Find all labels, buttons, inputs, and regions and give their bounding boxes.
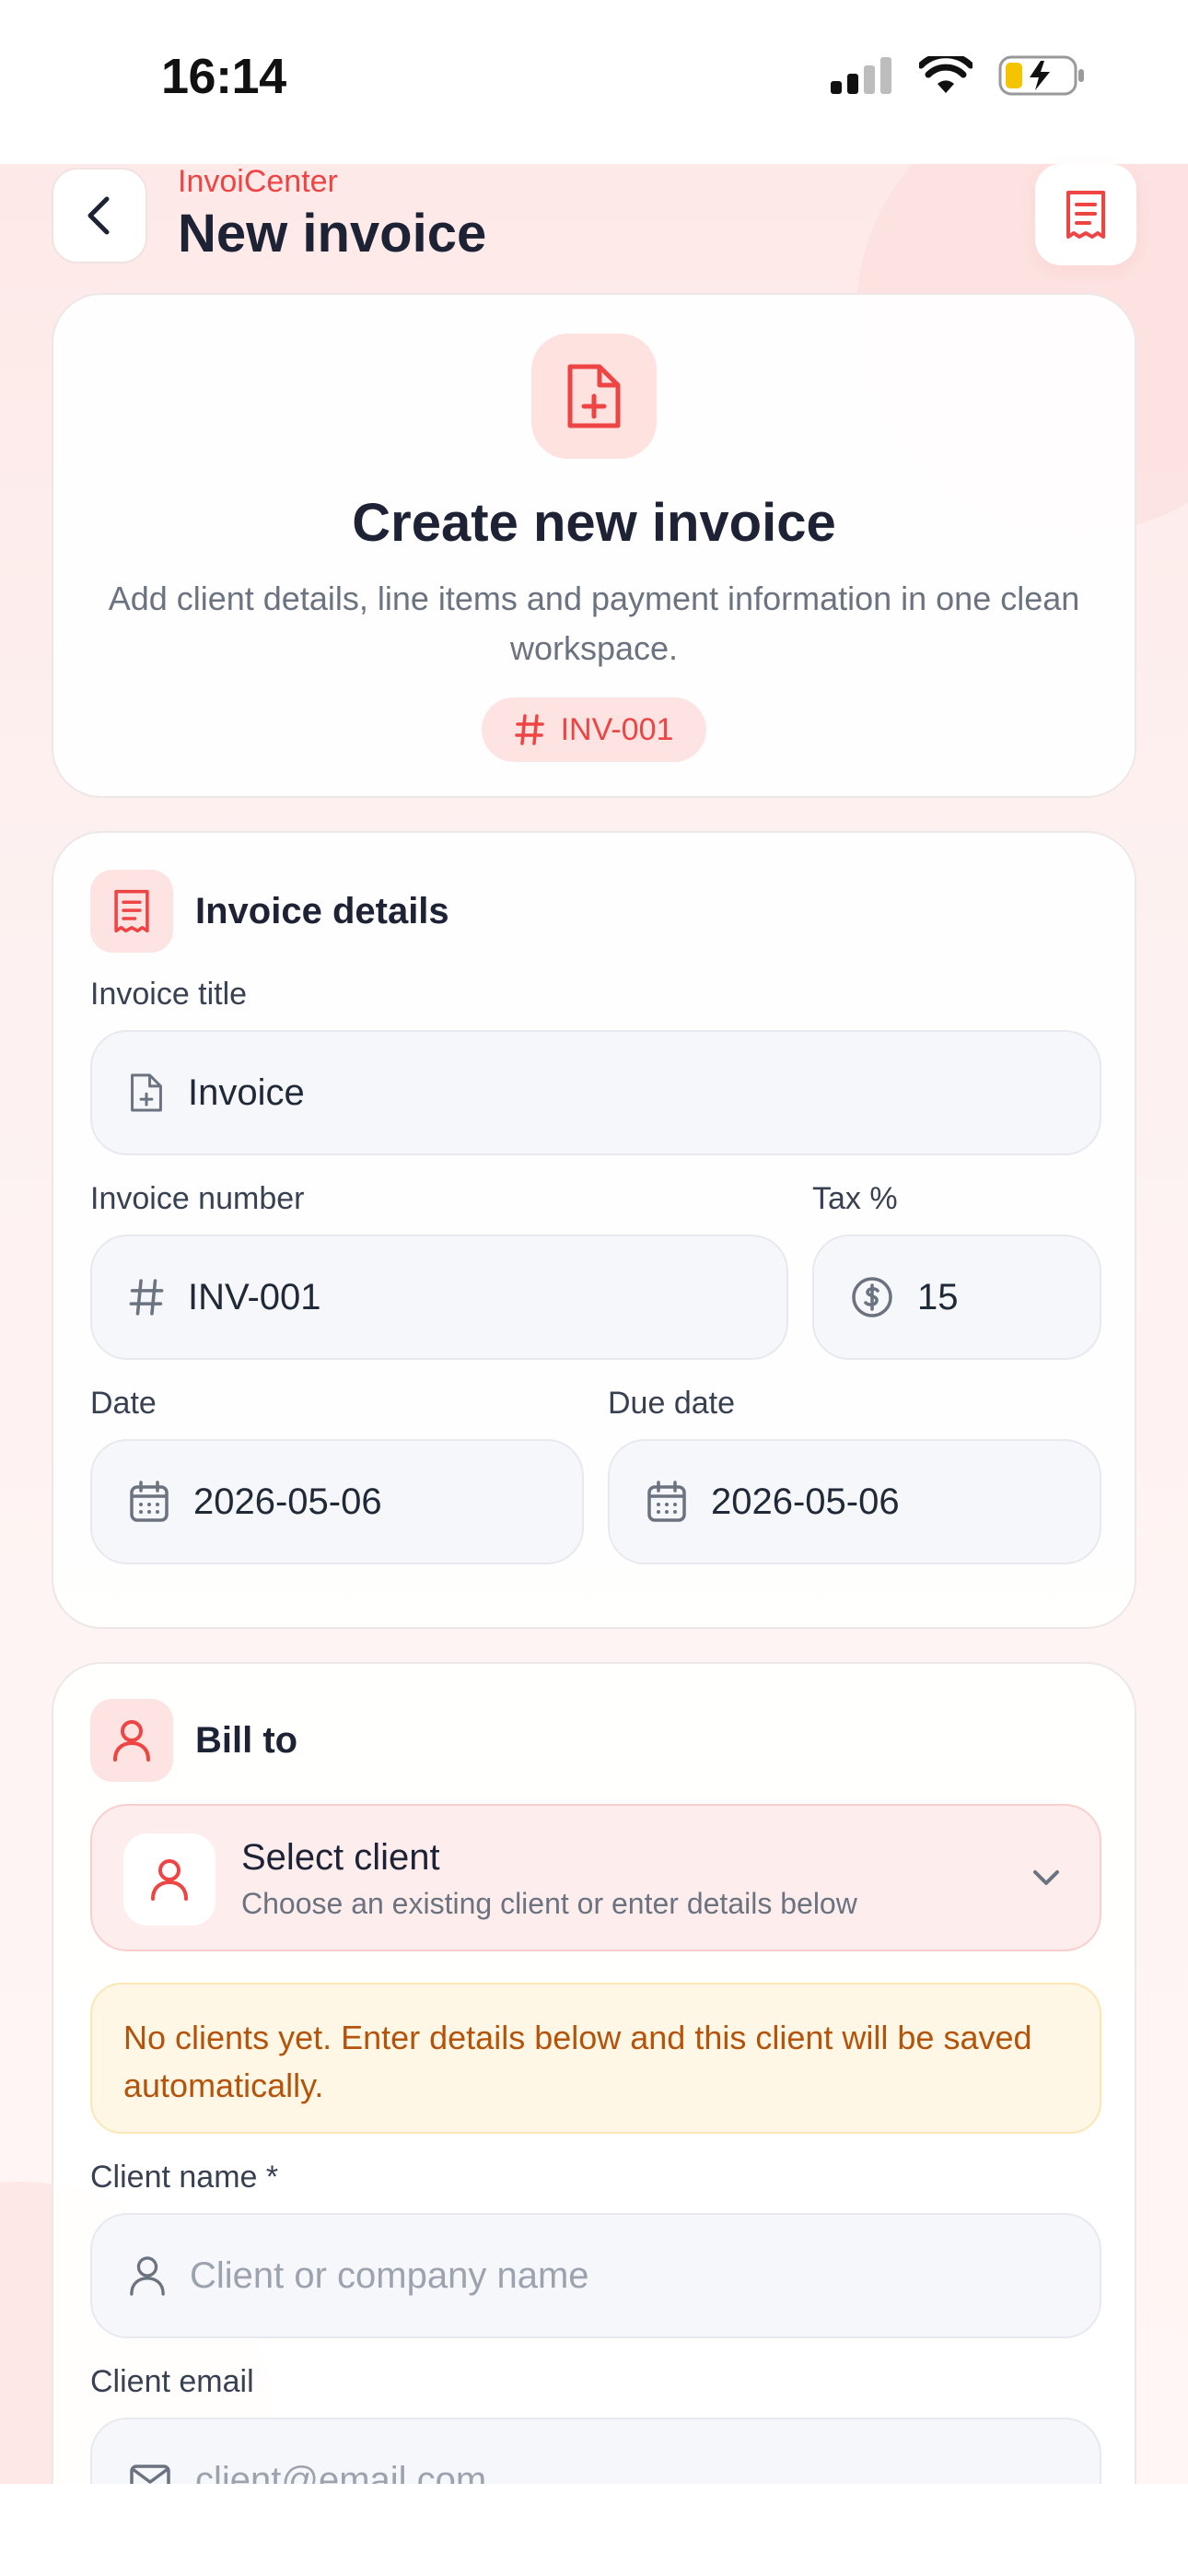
user-icon	[113, 1720, 150, 1762]
date-value: 2026-05-06	[193, 1481, 382, 1522]
invoice-number-value: INV-001	[188, 1276, 321, 1317]
chevron-left-icon	[87, 196, 110, 235]
no-clients-notice: No clients yet. Enter details below and …	[90, 1983, 1101, 2134]
client-name-input[interactable]: Client or company name	[90, 2213, 1101, 2338]
file-plus-icon	[567, 364, 621, 428]
bottom-safe-area	[0, 2484, 1188, 2576]
date-label: Date	[90, 1386, 157, 1421]
tax-label: Tax %	[812, 1181, 898, 1216]
select-client-dropdown[interactable]: Select client Choose an existing client …	[90, 1804, 1101, 1951]
calendar-icon	[647, 1481, 686, 1522]
signal-icon	[831, 57, 891, 94]
user-icon	[151, 1859, 188, 1901]
status-icons	[831, 55, 1087, 96]
back-button[interactable]	[52, 168, 147, 263]
brand-label: InvoiCenter	[178, 164, 338, 199]
section-icon-container	[90, 870, 173, 953]
client-avatar	[123, 1833, 215, 1926]
hero-title: Create new invoice	[352, 493, 836, 553]
section-title: Invoice details	[195, 890, 449, 931]
battery-charging-icon	[998, 55, 1084, 96]
invoice-details-card: Invoice details Invoice title Invoice In…	[52, 831, 1136, 1629]
section-icon-container	[90, 1699, 173, 1782]
section-header: Invoice details	[90, 870, 449, 953]
client-name-placeholder: Client or company name	[190, 2254, 589, 2296]
due-date-value: 2026-05-06	[711, 1481, 900, 1522]
invoice-number-badge: INV-001	[481, 697, 707, 762]
bill-to-card: Bill to Select client Choose an existing…	[52, 1662, 1136, 2576]
client-email-label: Client email	[90, 2364, 254, 2399]
wifi-icon	[919, 56, 973, 93]
date-field[interactable]: 2026-05-06	[90, 1439, 584, 1564]
file-plus-icon	[131, 1073, 162, 1112]
invoices-button[interactable]	[1035, 164, 1136, 265]
hash-icon	[129, 1279, 164, 1316]
receipt-icon	[114, 889, 149, 933]
select-client-subtitle: Choose an existing client or enter detai…	[241, 1887, 857, 1920]
due-date-label: Due date	[608, 1386, 735, 1421]
invoice-title-label: Invoice title	[90, 977, 248, 1012]
hero-subtitle: Add client details, line items and payme…	[108, 580, 1080, 667]
tax-field[interactable]: 15	[812, 1235, 1101, 1360]
hero-icon-container	[531, 334, 657, 459]
tax-value: 15	[917, 1276, 959, 1317]
hash-icon	[514, 714, 544, 745]
receipt-icon	[1066, 191, 1105, 239]
due-date-field[interactable]: 2026-05-06	[608, 1439, 1101, 1564]
section-title: Bill to	[195, 1719, 298, 1761]
status-bar: 16:14	[0, 0, 1188, 164]
page-title: New invoice	[178, 204, 487, 263]
hero-card: Create new invoice Add client details, l…	[52, 293, 1136, 798]
status-time: 16:14	[161, 49, 286, 104]
dollar-circle-icon	[852, 1277, 892, 1317]
client-name-label: Client name *	[90, 2160, 279, 2195]
invoice-title-field[interactable]: Invoice	[90, 1030, 1101, 1155]
invoice-number-field[interactable]: INV-001	[90, 1235, 788, 1360]
select-client-title: Select client	[241, 1837, 440, 1878]
badge-text: INV-001	[560, 711, 674, 747]
calendar-icon	[130, 1481, 169, 1522]
section-header: Bill to	[90, 1699, 297, 1782]
chevron-down-icon	[1033, 1870, 1059, 1885]
user-icon	[130, 2256, 165, 2296]
invoice-number-label: Invoice number	[90, 1181, 305, 1216]
invoice-title-value: Invoice	[188, 1071, 305, 1113]
